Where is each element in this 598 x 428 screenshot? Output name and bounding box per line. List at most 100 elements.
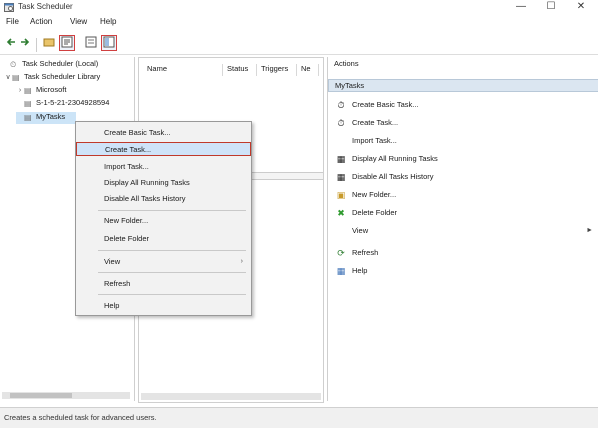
- context-item-label: Disable All Tasks History: [104, 194, 186, 203]
- context-item-label: View: [104, 257, 121, 266]
- tree-item-task-scheduler-local[interactable]: ⏲ Task Scheduler (Local): [2, 59, 98, 71]
- folder-icon: ▤: [12, 73, 20, 82]
- context-delete-folder[interactable]: Delete Folder: [76, 232, 251, 246]
- menu-help[interactable]: Help: [100, 17, 116, 26]
- help-icon[interactable]: [84, 36, 98, 50]
- status-text: Creates a scheduled task for advanced us…: [4, 413, 157, 422]
- action-display-running-tasks[interactable]: ▦ Display All Running Tasks: [328, 152, 598, 166]
- action-label: Refresh: [352, 248, 379, 257]
- context-create-task[interactable]: Create Task...: [76, 142, 251, 156]
- folder-icon: ▤: [24, 113, 32, 122]
- tree-horizontal-scrollbar[interactable]: [2, 392, 130, 399]
- context-item-label: Delete Folder: [104, 234, 150, 243]
- action-label: Create Task...: [352, 118, 399, 127]
- folder-icon: ▤: [24, 86, 32, 95]
- create-task-icon: ⏱: [337, 118, 345, 128]
- tree-item-label: MyTasks: [36, 112, 66, 121]
- context-item-label: Display All Running Tasks: [104, 178, 190, 187]
- context-menu: Create Basic Task... Create Task... Impo…: [75, 121, 252, 316]
- action-create-task[interactable]: ⏱ Create Task...: [328, 116, 598, 130]
- panel-icon[interactable]: [101, 35, 117, 51]
- delete-icon: ✖: [337, 208, 345, 218]
- tree-item-mytasks[interactable]: ▤ MyTasks: [16, 112, 76, 124]
- tree-item-task-scheduler-library[interactable]: ∨▤ Task Scheduler Library: [4, 72, 100, 84]
- help-icon: ▦: [336, 266, 346, 276]
- menu-file[interactable]: File: [6, 17, 19, 26]
- action-help[interactable]: ▦ Help: [328, 264, 598, 278]
- toolbar: [0, 32, 598, 55]
- column-next-run[interactable]: Ne: [297, 64, 319, 76]
- actions-section-mytasks[interactable]: MyTasks: [328, 79, 598, 92]
- clock-icon: ⏲: [10, 60, 17, 69]
- refresh-icon: ⟳: [337, 248, 345, 258]
- column-triggers[interactable]: Triggers: [257, 64, 297, 76]
- context-item-label: Create Task...: [105, 145, 152, 154]
- forward-icon[interactable]: [18, 36, 32, 50]
- menu-separator: [98, 210, 246, 211]
- action-disable-history[interactable]: ▦ Disable All Tasks History: [328, 170, 598, 184]
- collapse-icon[interactable]: ›: [16, 87, 24, 94]
- tree-item-label: Microsoft: [36, 85, 67, 94]
- properties-icon[interactable]: [59, 35, 75, 51]
- action-refresh[interactable]: ⟳ Refresh: [328, 246, 598, 260]
- context-item-label: Create Basic Task...: [104, 128, 171, 137]
- actions-header: Actions: [334, 59, 359, 68]
- context-new-folder[interactable]: New Folder...: [76, 214, 251, 228]
- menu-separator: [98, 272, 246, 273]
- menu-separator: [98, 294, 246, 295]
- context-create-basic-task[interactable]: Create Basic Task...: [76, 126, 251, 140]
- context-item-label: New Folder...: [104, 216, 149, 225]
- column-name[interactable]: Name: [143, 64, 223, 76]
- new-folder-icon: ▣: [336, 190, 346, 200]
- running-tasks-icon: ▦: [336, 154, 346, 164]
- window-title: Task Scheduler: [18, 2, 73, 11]
- expand-icon[interactable]: ∨: [4, 73, 12, 81]
- submenu-arrow-icon: ►: [586, 227, 593, 234]
- actions-pane: Actions MyTasks ⏱ Create Basic Task... ⏱ C…: [327, 57, 598, 401]
- folder-icon: ▤: [24, 99, 32, 108]
- action-import-task[interactable]: Import Task...: [328, 134, 598, 148]
- action-label: Disable All Tasks History: [352, 172, 434, 181]
- minimize-button[interactable]: —: [506, 0, 536, 14]
- tree-item-sid-folder[interactable]: ▤ S-1-5-21-2304928594: [16, 98, 109, 110]
- title-bar: Task Scheduler — ☐ ✕: [0, 0, 598, 14]
- action-label: Import Task...: [352, 136, 397, 145]
- tree-item-label: Task Scheduler Library: [24, 72, 101, 81]
- action-create-basic-task[interactable]: ⏱ Create Basic Task...: [328, 98, 598, 112]
- tree-item-label: Task Scheduler (Local): [22, 59, 99, 68]
- context-import-task[interactable]: Import Task...: [76, 160, 251, 174]
- submenu-arrow-icon: ›: [240, 258, 243, 265]
- context-item-label: Refresh: [104, 279, 131, 288]
- create-basic-task-icon: ⏱: [337, 100, 345, 110]
- context-view[interactable]: View ›: [76, 255, 251, 269]
- action-label: Create Basic Task...: [352, 100, 419, 109]
- context-item-label: Import Task...: [104, 162, 149, 171]
- tree-item-label: S-1-5-21-2304928594: [36, 98, 110, 107]
- action-label: New Folder...: [352, 190, 397, 199]
- action-label: View: [352, 226, 369, 235]
- action-view[interactable]: View ►: [328, 224, 598, 238]
- toolbar-separator: [36, 38, 37, 52]
- menu-action[interactable]: Action: [30, 17, 52, 26]
- close-button[interactable]: ✕: [566, 0, 596, 14]
- context-disable-history[interactable]: Disable All Tasks History: [76, 192, 251, 206]
- status-bar: Creates a scheduled task for advanced us…: [0, 407, 598, 428]
- menu-bar: File Action View Help: [0, 15, 598, 29]
- action-delete-folder[interactable]: ✖ Delete Folder: [328, 206, 598, 220]
- menu-view[interactable]: View: [70, 17, 87, 26]
- center-horizontal-scrollbar[interactable]: [141, 393, 321, 400]
- column-status[interactable]: Status: [223, 64, 257, 76]
- action-label: Display All Running Tasks: [352, 154, 438, 163]
- context-display-running-tasks[interactable]: Display All Running Tasks: [76, 176, 251, 190]
- maximize-button[interactable]: ☐: [536, 0, 566, 14]
- back-icon[interactable]: [4, 36, 18, 50]
- context-refresh[interactable]: Refresh: [76, 277, 251, 291]
- context-item-label: Help: [104, 301, 120, 310]
- action-new-folder[interactable]: ▣ New Folder...: [328, 188, 598, 202]
- action-label: Delete Folder: [352, 208, 398, 217]
- scrollbar-thumb[interactable]: [10, 393, 72, 398]
- tree-item-microsoft[interactable]: › ▤ Microsoft: [16, 85, 67, 97]
- folder-icon[interactable]: [42, 36, 56, 50]
- history-icon: ▦: [336, 172, 346, 182]
- context-help[interactable]: Help: [76, 299, 251, 313]
